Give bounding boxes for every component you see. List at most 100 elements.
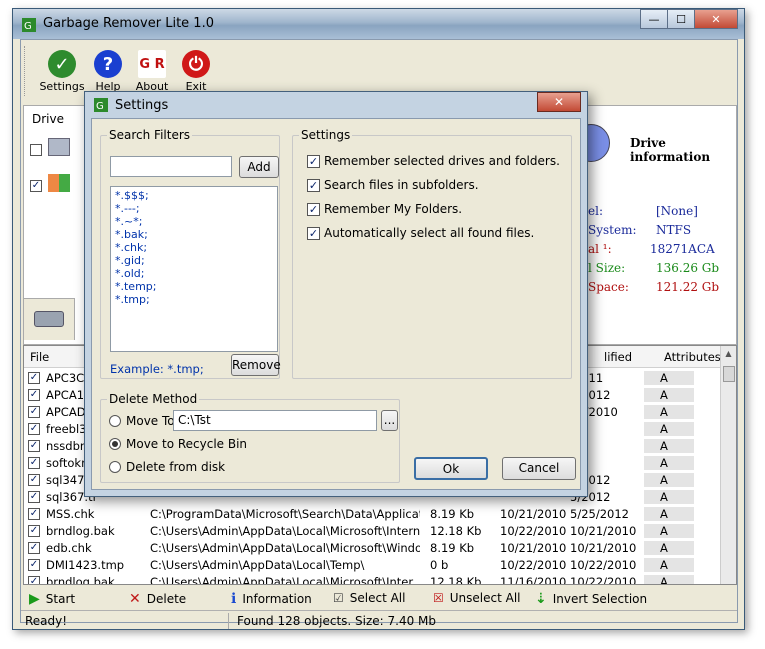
- column-modified[interactable]: lified: [604, 350, 632, 364]
- filter-item[interactable]: *.$$$;: [115, 189, 273, 202]
- cell-modified: 5/25/2012: [570, 507, 629, 521]
- row-checkbox[interactable]: ✓: [28, 457, 40, 469]
- cell-created: 10/21/2010: [500, 541, 567, 555]
- row-checkbox[interactable]: ✓: [28, 525, 40, 537]
- close-button[interactable]: ✕: [694, 9, 738, 29]
- cell-modified: 10/21/2010: [570, 524, 636, 538]
- row-checkbox[interactable]: ✓: [28, 406, 40, 418]
- drive-icon: [48, 138, 70, 156]
- checkbox[interactable]: ✓: [307, 178, 320, 192]
- app-icon: G: [21, 17, 37, 33]
- cell-path: C:\Users\Admin\AppData\Local\Microsoft\I…: [150, 524, 420, 538]
- row-checkbox[interactable]: ✓: [28, 440, 40, 452]
- table-row[interactable]: ✓ brndlog.bak C:\Users\Admin\AppData\Local…: [24, 523, 720, 540]
- info-value-4: 136.26 Gb: [656, 261, 720, 275]
- radio-delete-disk[interactable]: [109, 461, 121, 473]
- drive-tab[interactable]: [23, 298, 75, 340]
- exit-toolbar-button[interactable]: ⏻ Exit: [171, 50, 221, 93]
- row-checkbox[interactable]: ✓: [28, 423, 40, 435]
- drive-checkbox-2[interactable]: ✓: [30, 180, 42, 192]
- row-checkbox[interactable]: ✓: [28, 389, 40, 401]
- settings-dialog: G Settings ✕ Search Filters Add *.$$$; *…: [84, 91, 588, 497]
- row-checkbox[interactable]: ✓: [28, 508, 40, 520]
- about-toolbar-button[interactable]: G R About: [127, 50, 177, 93]
- filter-item[interactable]: *.temp;: [115, 280, 273, 293]
- option-remember-drives[interactable]: ✓ Remember selected drives and folders.: [307, 154, 560, 168]
- radio-recycle[interactable]: [109, 438, 121, 450]
- filter-item[interactable]: *.chk;: [115, 241, 273, 254]
- row-checkbox[interactable]: ✓: [28, 542, 40, 554]
- drive-info-header: Drive information: [630, 136, 711, 164]
- about-icon: G R: [138, 50, 166, 78]
- filter-item[interactable]: *.old;: [115, 267, 273, 280]
- filter-item[interactable]: *.tmp;: [115, 293, 273, 306]
- table-row[interactable]: ✓ brndlog.bak C:\Users\Admin\AppData\Local…: [24, 574, 720, 585]
- browse-button[interactable]: ...: [381, 410, 398, 431]
- start-button[interactable]: ▶ Start: [29, 591, 75, 607]
- column-attributes[interactable]: Attributes: [664, 350, 721, 364]
- cell-attr: A: [644, 541, 694, 555]
- row-checkbox[interactable]: ✓: [28, 559, 40, 571]
- toolbar-grip[interactable]: [24, 46, 27, 96]
- option-label: Automatically select all found files.: [324, 226, 535, 240]
- drive-checkbox-1[interactable]: [30, 144, 42, 156]
- title-bar[interactable]: G Garbage Remover Lite 1.0 — ☐ ✕: [13, 9, 744, 39]
- table-row[interactable]: ✓ MSS.chk C:\ProgramData\Microsoft\Search\…: [24, 506, 720, 523]
- add-button[interactable]: Add: [239, 156, 279, 178]
- row-checkbox[interactable]: ✓: [28, 372, 40, 384]
- delete-button[interactable]: ✕ Delete: [129, 591, 186, 607]
- vertical-scrollbar[interactable]: ▲: [720, 346, 736, 584]
- filter-item[interactable]: *.bak;: [115, 228, 273, 241]
- row-checkbox[interactable]: ✓: [28, 576, 40, 584]
- info-icon: ℹ: [231, 591, 237, 607]
- checkbox[interactable]: ✓: [307, 202, 320, 216]
- settings-toolbar-button[interactable]: ✓ Settings: [37, 50, 87, 93]
- drive-info-panel: Drive information el: [None] System: NTF…: [572, 105, 737, 345]
- cell-attr: A: [644, 388, 694, 402]
- cell-size: 8.19 Kb: [430, 541, 475, 555]
- filter-listbox[interactable]: *.$$$; *.---; *.~*; *.bak; *.chk; *.gid;…: [110, 186, 278, 352]
- move-to-path-input[interactable]: C:\Tst: [173, 410, 377, 431]
- option-label: Search files in subfolders.: [324, 178, 479, 192]
- option-auto-select[interactable]: ✓ Automatically select all found files.: [307, 226, 534, 240]
- row-checkbox[interactable]: ✓: [28, 474, 40, 486]
- cell-modified: 10/22/2010: [570, 558, 636, 572]
- info-label-4: l Size:: [588, 261, 626, 275]
- help-toolbar-button[interactable]: ? Help: [83, 50, 133, 93]
- column-file[interactable]: File: [30, 350, 49, 364]
- minimize-button[interactable]: —: [640, 9, 668, 29]
- cell-size: 12.18 Kb: [430, 575, 482, 585]
- filter-item[interactable]: *.gid;: [115, 254, 273, 267]
- svg-text:G: G: [24, 21, 32, 32]
- ok-button[interactable]: Ok: [414, 457, 488, 480]
- filter-input[interactable]: [110, 156, 232, 177]
- filter-item[interactable]: *.---;: [115, 202, 273, 215]
- maximize-button[interactable]: ☐: [667, 9, 695, 29]
- delete-disk-option[interactable]: Delete from disk: [109, 460, 225, 474]
- table-row[interactable]: ✓ edb.chk C:\Users\Admin\AppData\Local\Mic…: [24, 540, 720, 557]
- unselect-all-button[interactable]: ☒ Unselect All: [433, 591, 521, 605]
- info-value-3: 18271ACA: [650, 242, 715, 256]
- scroll-up-icon[interactable]: ▲: [721, 346, 736, 362]
- window-title: Garbage Remover Lite 1.0: [43, 16, 214, 31]
- radio-move-to[interactable]: [109, 415, 121, 427]
- invert-selection-button[interactable]: ⇣ Invert Selection: [535, 591, 647, 607]
- checkbox[interactable]: ✓: [307, 226, 320, 240]
- option-remember-folders[interactable]: ✓ Remember My Folders.: [307, 202, 462, 216]
- settings-group: Settings ✓ Remember selected drives and …: [292, 128, 572, 379]
- cell-path: C:\Users\Admin\AppData\Local\Microsoft\I…: [150, 575, 420, 585]
- checkbox[interactable]: ✓: [307, 154, 320, 168]
- option-search-subfolders[interactable]: ✓ Search files in subfolders.: [307, 178, 479, 192]
- row-checkbox[interactable]: ✓: [28, 491, 40, 503]
- move-to-option[interactable]: Move To: [109, 414, 175, 428]
- dialog-close-button[interactable]: ✕: [537, 92, 581, 112]
- unselect-all-label: Unselect All: [449, 591, 521, 605]
- cancel-button[interactable]: Cancel: [502, 457, 576, 480]
- select-all-button[interactable]: ☑ Select All: [333, 591, 405, 605]
- filter-item[interactable]: *.~*;: [115, 215, 273, 228]
- scroll-thumb[interactable]: [723, 366, 735, 382]
- table-row[interactable]: ✓ DMI1423.tmp C:\Users\Admin\AppData\Local…: [24, 557, 720, 574]
- information-button[interactable]: ℹ Information: [231, 591, 312, 607]
- remove-button[interactable]: Remove: [231, 354, 281, 376]
- recycle-option[interactable]: Move to Recycle Bin: [109, 437, 247, 451]
